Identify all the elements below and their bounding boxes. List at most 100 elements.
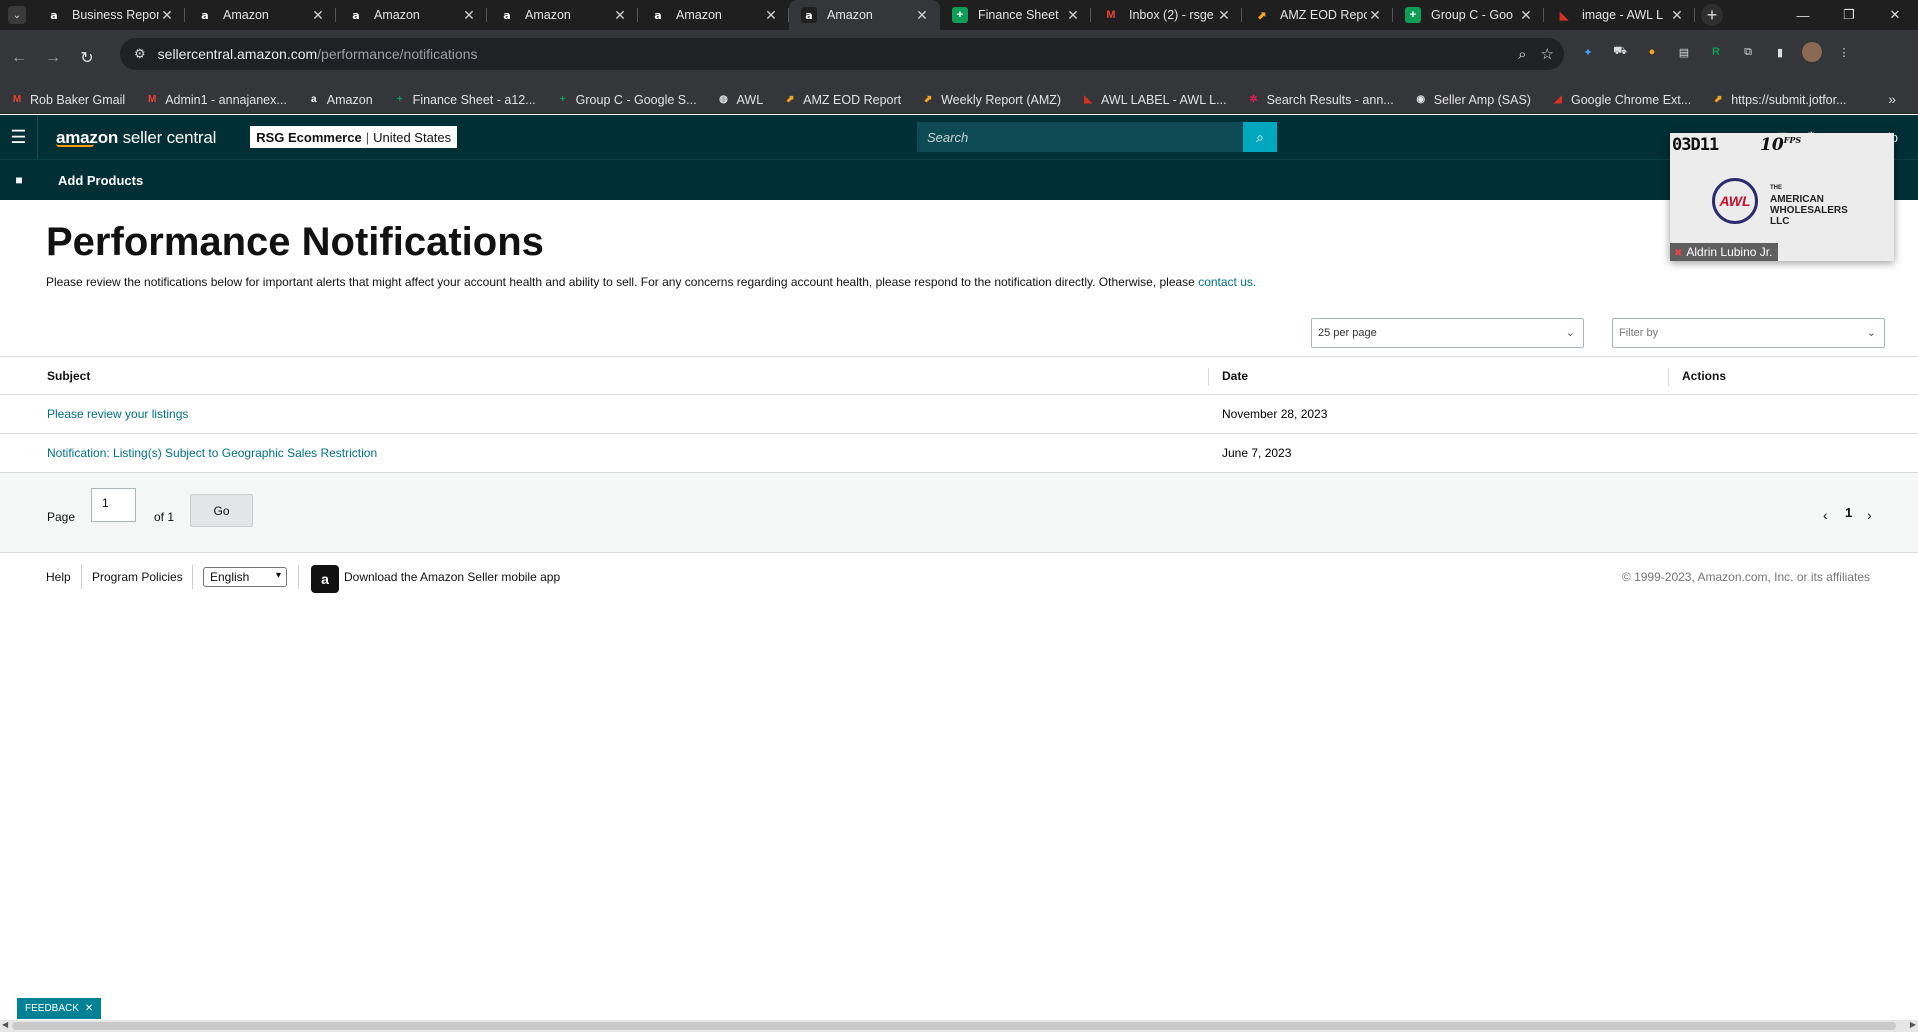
chevron-down-icon: ⌄ [1565, 327, 1575, 339]
scroll-right-arrow-icon[interactable]: ▶ [1910, 1020, 1916, 1029]
side-panel-icon[interactable]: ▮ [1770, 42, 1790, 62]
close-tab-icon[interactable]: ✕ [1216, 7, 1232, 24]
forward-arrow-icon[interactable]: → [38, 43, 68, 73]
browser-tab[interactable]: a Amazon ✕ [336, 0, 487, 30]
next-page-chevron-icon[interactable]: › [1867, 507, 1872, 523]
bookmark-item[interactable]: M Admin1 - annajanex... [145, 93, 287, 107]
bookmark-item[interactable]: M Rob Baker Gmail [10, 93, 125, 107]
close-tab-icon[interactable]: ✕ [914, 7, 930, 24]
close-tab-icon[interactable]: ✕ [763, 7, 779, 24]
bookmark-item[interactable]: + Group C - Google S... [556, 93, 697, 107]
seller-central-logo[interactable]: amazon seller central [56, 128, 216, 147]
zoom-search-icon[interactable]: ⌕ [1518, 46, 1526, 63]
bookmark-item[interactable]: ◉ Seller Amp (SAS) [1414, 93, 1531, 107]
extension-diamond-icon[interactable]: ✦ [1578, 42, 1598, 62]
sheets-favicon-icon: + [952, 7, 968, 23]
tab-search-chevron-icon[interactable]: ⌄ [8, 6, 26, 24]
subject-column-header[interactable]: Subject [0, 357, 1208, 394]
chevron-down-icon: ▾ [275, 570, 281, 581]
bookmarks-overflow-icon[interactable]: » [1888, 91, 1896, 107]
scrollbar-thumb[interactable] [12, 1022, 1896, 1030]
minimize-icon[interactable]: — [1780, 0, 1826, 30]
bookmark-label: Admin1 - annajanex... [165, 92, 287, 107]
chrome-menu-icon[interactable]: ⋮ [1834, 42, 1854, 62]
store-separator: | [365, 129, 370, 145]
hamburger-menu-icon[interactable]: ☰ [0, 115, 38, 159]
notifications-table: Subject Date Actions Please review your … [0, 356, 1918, 473]
per-page-select[interactable]: 25 per page ⌄ [1311, 318, 1584, 348]
amazon-app-icon[interactable]: a [311, 565, 339, 593]
browser-tab[interactable]: M Inbox (2) - rsge ✕ [1091, 0, 1242, 30]
date-column-header[interactable]: Date [1208, 357, 1668, 394]
search-input[interactable]: Search [917, 122, 1243, 152]
tab-title: Amazon [525, 8, 571, 22]
restore-icon[interactable]: ❐ [1826, 0, 1872, 30]
previous-page-chevron-icon[interactable]: ‹ [1823, 507, 1828, 523]
bookmark-item[interactable]: a Amazon [307, 93, 373, 107]
browser-tab[interactable]: a Amazon ✕ [789, 0, 940, 30]
bookmark-icon[interactable]: ■ [0, 173, 38, 187]
extensions-puzzle-icon[interactable]: ⧉ [1738, 42, 1758, 62]
bookmark-star-icon[interactable]: ☆ [1541, 45, 1554, 63]
extension-r-icon[interactable]: R [1706, 42, 1726, 62]
close-tab-icon[interactable]: ✕ [1367, 7, 1383, 24]
browser-tab[interactable]: + Finance Sheet ✕ [940, 0, 1091, 30]
amazon-favicon-icon: a [499, 7, 515, 23]
extension-off-icon[interactable]: ⛟ [1610, 42, 1630, 62]
store-selector[interactable]: RSG Ecommerce | United States [250, 126, 458, 148]
footer-help-link[interactable]: Help [46, 570, 71, 584]
address-bar[interactable]: ⚙ sellercentral.amazon.com/performance/n… [120, 38, 1564, 70]
bookmark-item[interactable]: ⬈ Weekly Report (AMZ) [921, 93, 1061, 107]
feedback-button[interactable]: FEEDBACK ✕ [17, 998, 102, 1019]
extension-chart-icon[interactable]: ▤ [1674, 42, 1694, 62]
amazon-favicon-icon: a [348, 7, 364, 23]
add-products-link[interactable]: Add Products [58, 173, 143, 188]
close-tab-icon[interactable]: ✕ [1518, 7, 1534, 24]
selleramp-icon: ◉ [1416, 94, 1426, 105]
webcam-overlay[interactable]: 03D11 10FPS AWL THE AMERICAN WHOLESALERS … [1670, 133, 1894, 261]
bookmark-item[interactable]: ⬈ AMZ EOD Report [783, 93, 901, 107]
page-number-input[interactable]: 1 [91, 488, 136, 522]
horizontal-scrollbar[interactable]: ◀ ▶ [0, 1020, 1918, 1032]
scroll-left-arrow-icon[interactable]: ◀ [2, 1020, 8, 1029]
browser-tab[interactable]: a Business Repor ✕ [34, 0, 185, 30]
back-arrow-icon[interactable]: ← [4, 43, 34, 73]
browser-tab[interactable]: a Amazon ✕ [638, 0, 789, 30]
close-tab-icon[interactable]: ✕ [1065, 7, 1081, 24]
bookmark-item[interactable]: ⬈ https://submit.jotfor... [1711, 93, 1847, 107]
program-policies-link[interactable]: Program Policies [92, 570, 183, 584]
bookmark-item[interactable]: + Finance Sheet - a12... [393, 93, 536, 107]
bookmark-item[interactable]: ◍ AWL [717, 93, 763, 107]
site-settings-icon[interactable]: ⚙ [134, 46, 146, 62]
current-page-number[interactable]: 1 [1845, 505, 1852, 520]
bookmark-item[interactable]: ◢ Google Chrome Ext... [1551, 93, 1691, 107]
download-app-link[interactable]: Download the Amazon Seller mobile app [344, 570, 560, 584]
close-window-icon[interactable]: ✕ [1872, 0, 1918, 30]
bookmark-item[interactable]: ◣ AWL LABEL - AWL L... [1081, 93, 1226, 107]
notification-subject-link[interactable]: Notification: Listing(s) Subject to Geog… [47, 446, 377, 460]
close-tab-icon[interactable]: ✕ [612, 7, 628, 24]
browser-tab[interactable]: a Amazon ✕ [487, 0, 638, 30]
browser-tab[interactable]: + Group C - Goo ✕ [1393, 0, 1544, 30]
language-select[interactable]: English ▾ [203, 567, 287, 587]
close-tab-icon[interactable]: ✕ [159, 7, 175, 24]
contact-us-link[interactable]: contact us. [1198, 275, 1256, 289]
close-tab-icon[interactable]: ✕ [310, 7, 326, 24]
search-button[interactable]: ⌕ [1243, 122, 1277, 152]
browser-tab[interactable]: ⬈ AMZ EOD Repo ✕ [1242, 0, 1393, 30]
browser-tab[interactable]: a Amazon ✕ [185, 0, 336, 30]
go-button[interactable]: Go [190, 494, 253, 527]
close-tab-icon[interactable]: ✕ [461, 7, 477, 24]
close-icon[interactable]: ✕ [85, 1003, 93, 1014]
extension-circle-icon[interactable]: ● [1642, 42, 1662, 62]
browser-tab[interactable]: ◣ image - AWL L ✕ [1544, 0, 1695, 30]
notification-subject-link[interactable]: Please review your listings [47, 407, 188, 421]
page-title: Performance Notifications [46, 220, 544, 264]
bookmark-item[interactable]: ✲ Search Results - ann... [1247, 93, 1393, 107]
profile-avatar[interactable] [1802, 42, 1822, 62]
new-tab-plus-icon[interactable]: + [1701, 4, 1723, 26]
reload-icon[interactable]: ↻ [72, 43, 102, 73]
close-tab-icon[interactable]: ✕ [1669, 7, 1685, 24]
filter-select[interactable]: Filter by ⌄ [1612, 318, 1885, 348]
bookmarks-bar: M Rob Baker Gmail M Admin1 - annajanex... a A… [0, 86, 1918, 114]
